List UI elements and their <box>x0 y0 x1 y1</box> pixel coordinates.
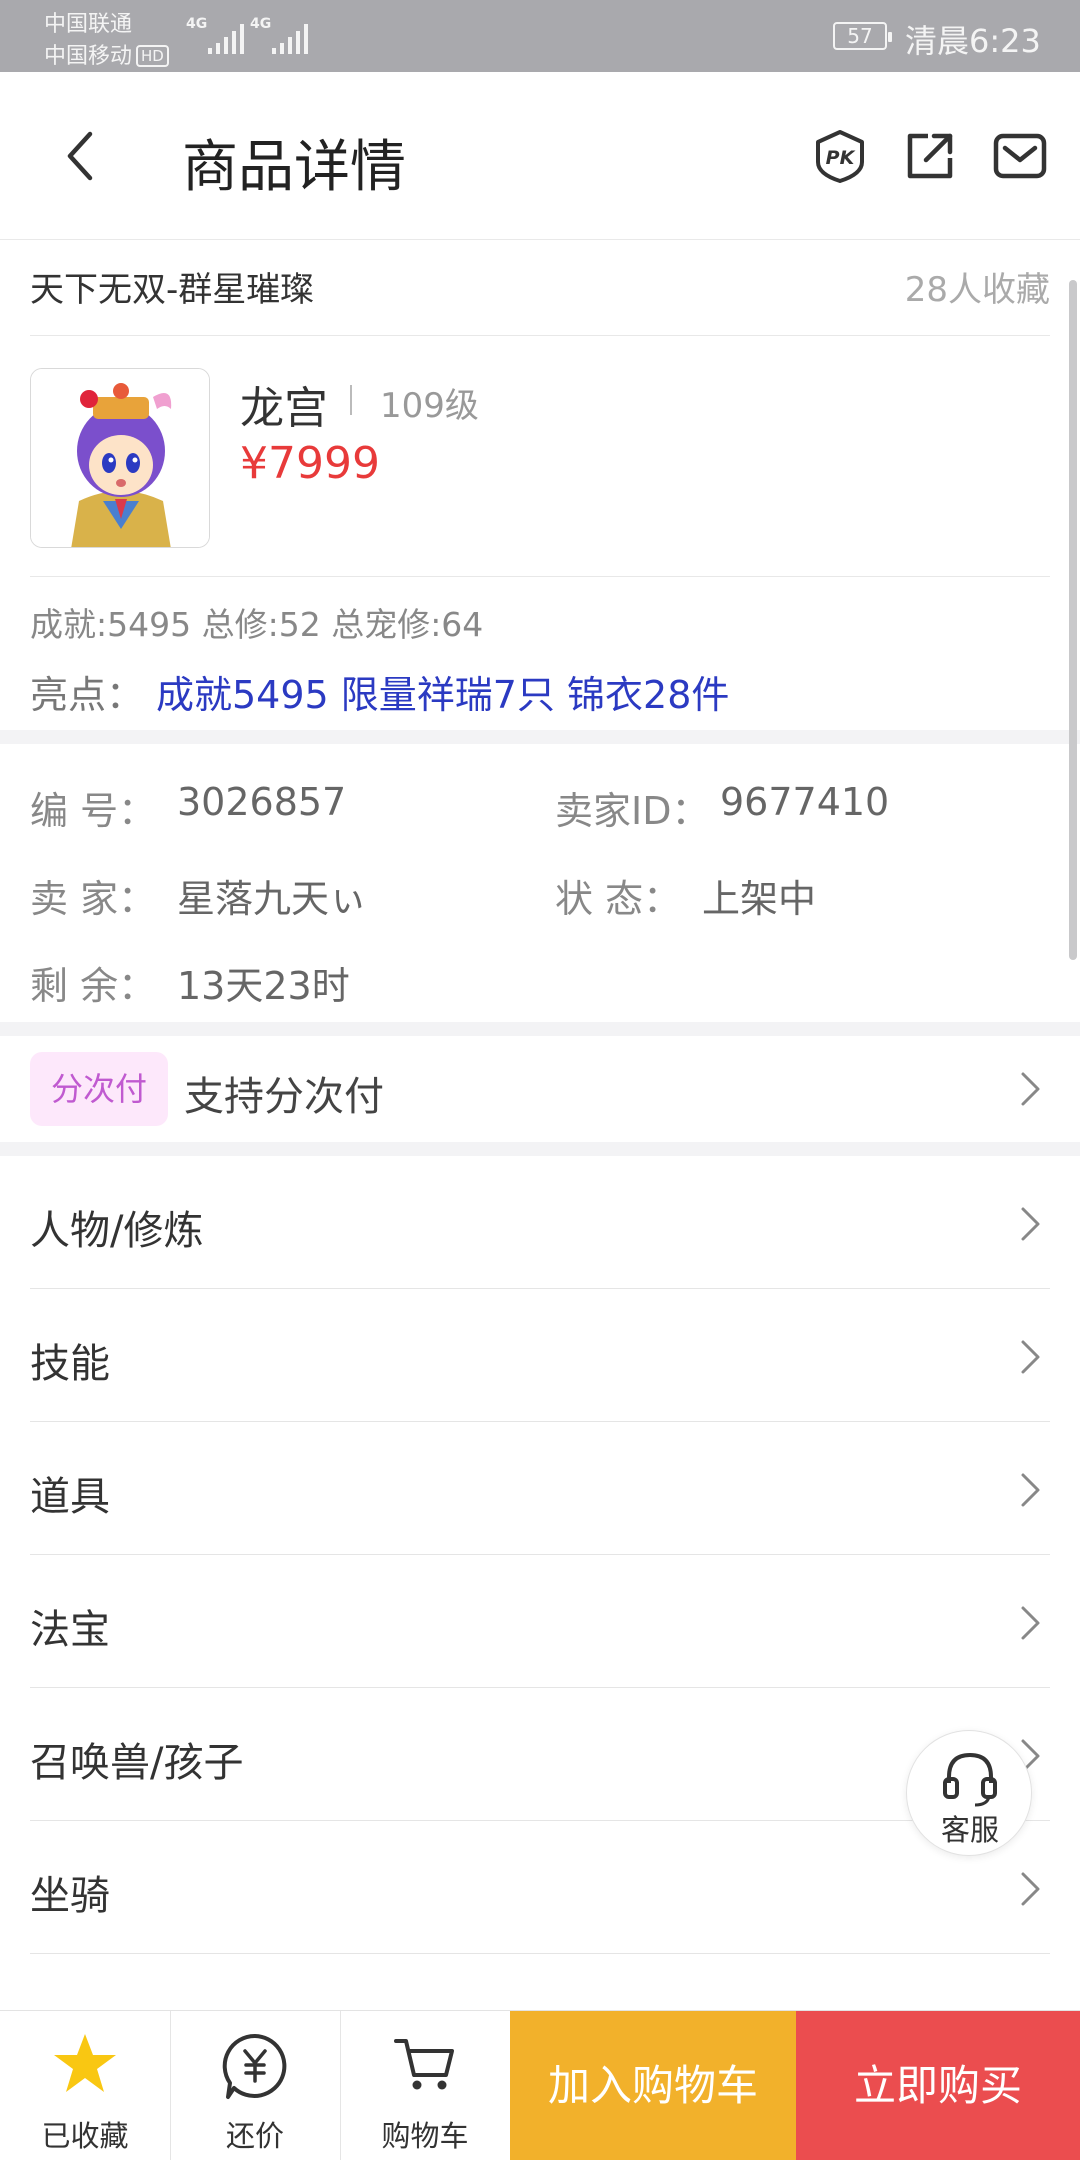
separator <box>350 385 352 415</box>
menu-item-label: 坐骑 <box>30 1873 110 1919</box>
bargain-icon <box>222 2033 287 2099</box>
cart-tab[interactable]: 购物车 <box>340 2011 510 2160</box>
remaining-label: 剩 余： <box>30 964 157 1008</box>
cart-icon <box>394 2039 454 2090</box>
network-type-2: 4G <box>250 16 272 32</box>
customer-service-label: 客服 <box>940 1813 999 1847</box>
status-bar: 中国联通 中国移动 HD 4G 4G 57 清晨6:23 <box>0 0 1080 72</box>
carrier-mobile-label: 中国移动 <box>44 44 133 69</box>
menu-item-label: 法宝 <box>30 1607 110 1653</box>
signal-2-icon: 4G <box>250 16 308 54</box>
divider <box>30 1953 1050 1954</box>
section-gap <box>0 1142 1080 1156</box>
favorite-count: 28人收藏 <box>904 270 1050 310</box>
chevron-right-icon <box>1021 1072 1040 1106</box>
headset-icon <box>943 1752 997 1807</box>
divider <box>30 335 1050 336</box>
menu-item-label: 技能 <box>30 1341 110 1387</box>
favorite-tab[interactable]: 已收藏 <box>0 2011 170 2160</box>
chevron-right-icon <box>1021 1473 1040 1507</box>
scrollbar[interactable] <box>1069 280 1077 960</box>
message-icon[interactable] <box>992 128 1048 184</box>
menu-item-skills[interactable]: 技能 <box>0 1289 1080 1422</box>
highlight-label: 亮点： <box>30 673 145 717</box>
signal-1-icon: 4G <box>186 16 244 54</box>
bottom-action-bar: 已收藏 还价 购物车 加入购物车 立即购买 <box>0 2010 1080 2160</box>
share-icon[interactable] <box>902 128 958 184</box>
status-label: 状 态： <box>555 877 682 921</box>
highlight-value: 成就5495 限量祥瑞7只 锦衣28件 <box>156 673 730 717</box>
product-title: 天下无双-群星璀璨 <box>30 270 315 310</box>
buy-now-button[interactable]: 立即购买 <box>796 2011 1080 2160</box>
star-icon <box>54 2034 116 2092</box>
installment-text: 支持分次付 <box>184 1074 384 1120</box>
battery-icon: 57 <box>833 22 892 50</box>
bargain-label: 还价 <box>225 2119 284 2153</box>
seller-value: 星落九天ぃ <box>177 877 368 921</box>
clock: 清晨6:23 <box>905 22 1041 60</box>
menu-item-label: 道具 <box>30 1474 110 1520</box>
character-level: 109级 <box>380 386 479 426</box>
hd-badge: HD <box>136 45 169 67</box>
product-title-row: 天下无双-群星璀璨 28人收藏 <box>0 240 1080 336</box>
menu-item-character[interactable]: 人物/修炼 <box>0 1156 1080 1289</box>
installment-badge: 分次付 <box>30 1052 168 1126</box>
menu-item-label: 召唤兽/孩子 <box>30 1740 244 1786</box>
role-name: 龙宫 <box>240 383 328 434</box>
network-type-1: 4G <box>186 16 208 32</box>
remaining-value: 13天23时 <box>177 964 350 1008</box>
carrier-unicom: 中国联通 <box>44 12 133 37</box>
section-gap <box>0 730 1080 744</box>
status-value: 上架中 <box>702 877 817 921</box>
menu-item-treasures[interactable]: 法宝 <box>0 1555 1080 1688</box>
menu-item-label: 人物/修炼 <box>30 1208 204 1254</box>
menu-item-items[interactable]: 道具 <box>0 1422 1080 1555</box>
chevron-right-icon <box>1021 1606 1040 1640</box>
back-icon[interactable] <box>60 128 100 184</box>
number-value: 3026857 <box>177 780 347 824</box>
bargain-tab[interactable]: 还价 <box>170 2011 340 2160</box>
page-title: 商品详情 <box>182 135 406 200</box>
add-to-cart-button[interactable]: 加入购物车 <box>510 2011 796 2160</box>
number-label: 编 号： <box>30 789 157 833</box>
pk-icon[interactable]: PK <box>812 128 868 184</box>
svg-text:PK: PK <box>826 147 856 169</box>
carrier-mobile: 中国移动 HD <box>44 38 169 70</box>
seller-label: 卖 家： <box>30 877 157 921</box>
chevron-right-icon <box>1021 1872 1040 1906</box>
favorite-label: 已收藏 <box>41 2119 129 2153</box>
header: 商品详情 PK <box>0 72 1080 240</box>
section-gap <box>0 1022 1080 1036</box>
customer-service-button[interactable]: 客服 <box>906 1730 1032 1856</box>
cart-label: 购物车 <box>381 2119 469 2153</box>
chevron-right-icon <box>1021 1207 1040 1241</box>
chevron-right-icon <box>1021 1340 1040 1374</box>
seller-id-label: 卖家ID： <box>555 789 710 833</box>
character-avatar[interactable] <box>30 368 210 548</box>
stats-summary: 成就:5495 总修:52 总宠修:64 <box>30 605 484 644</box>
seller-id-value: 9677410 <box>720 780 890 824</box>
divider <box>30 576 1050 577</box>
installment-row[interactable]: 分次付 支持分次付 <box>0 1036 1080 1142</box>
price: ¥7999 <box>240 438 380 489</box>
